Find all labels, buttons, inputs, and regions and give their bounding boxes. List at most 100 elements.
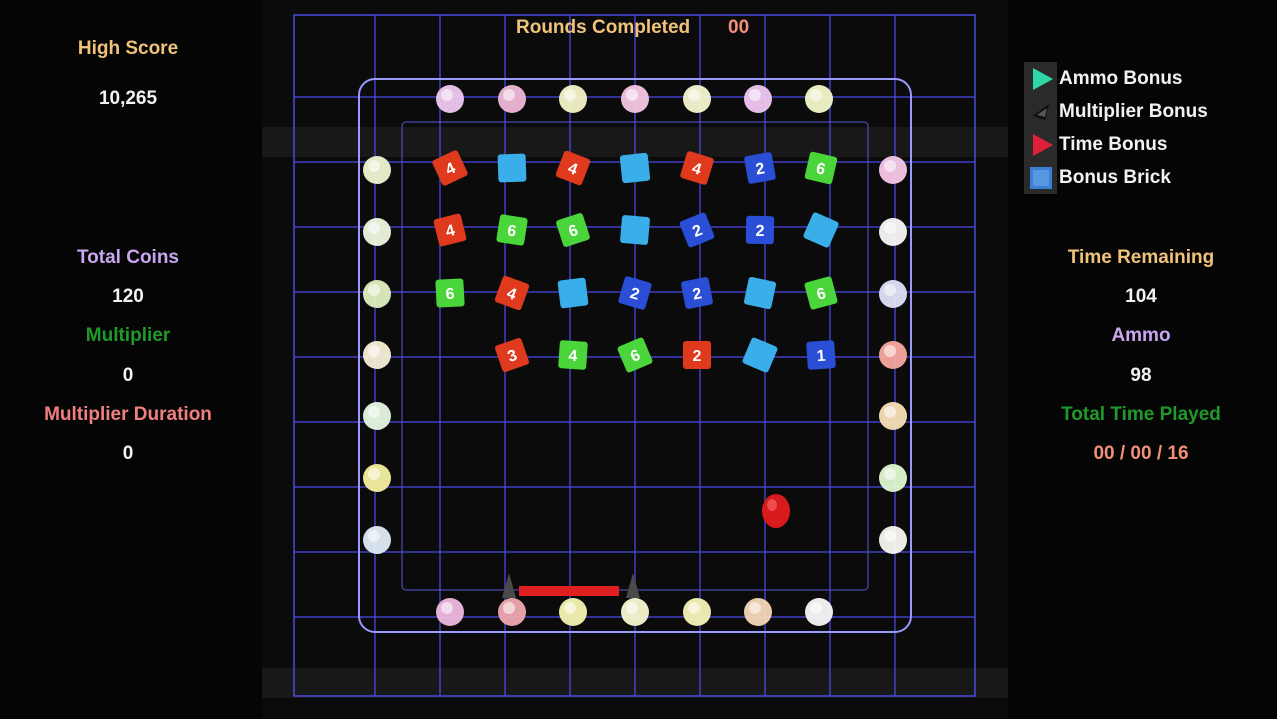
orb-highlight — [564, 89, 576, 101]
orb-highlight — [368, 345, 380, 357]
ammo-value: 98 — [1130, 365, 1152, 386]
brick: 4 — [680, 151, 714, 185]
total-time-played-label: Total Time Played — [1061, 404, 1221, 425]
brick: 3 — [495, 338, 529, 372]
legend-item-time-bonus: Time Bonus — [1024, 128, 1208, 161]
brick: 4 — [432, 150, 468, 186]
orb-highlight — [368, 222, 380, 234]
brick-value: 2 — [755, 223, 764, 240]
orb-highlight — [564, 602, 576, 614]
brick: 6 — [804, 151, 838, 185]
brick — [557, 277, 589, 309]
left-cannon — [502, 573, 516, 598]
orb-highlight — [884, 530, 896, 542]
brick-body — [743, 276, 777, 310]
orb-highlight — [503, 602, 515, 614]
legend-label-time-bonus: Time Bonus — [1059, 133, 1168, 155]
high-score-label: High Score — [77, 38, 179, 59]
brick-body — [557, 277, 589, 309]
orb-highlight — [441, 602, 453, 614]
orb-highlight — [368, 284, 380, 296]
total-coins-label: Total Coins — [76, 247, 180, 268]
brick-value: 2 — [693, 348, 702, 365]
orb-highlight — [884, 468, 896, 480]
orb-highlight — [626, 602, 638, 614]
bonus-brick-icon — [1024, 161, 1057, 194]
brick-value: 6 — [445, 286, 455, 303]
brick: 2 — [618, 276, 652, 310]
orb-highlight — [749, 89, 761, 101]
multiplier-bonus-icon — [1024, 95, 1057, 128]
brick-body — [620, 215, 650, 245]
brick — [497, 153, 527, 183]
brick-value: 4 — [568, 348, 578, 366]
orb-highlight — [368, 468, 380, 480]
ammo-bonus-icon — [1024, 62, 1057, 95]
time-remaining-label: Time Remaining — [1067, 247, 1215, 268]
rounds-completed-label: Rounds Completed — [516, 17, 691, 38]
orb-highlight — [884, 284, 896, 296]
orb-highlight — [368, 160, 380, 172]
orb-highlight — [626, 89, 638, 101]
brick: 6 — [617, 337, 653, 373]
orb-highlight — [688, 602, 700, 614]
brick — [743, 276, 777, 310]
orb-highlight — [884, 222, 896, 234]
multiplier-duration-value: 0 — [122, 443, 134, 464]
legend-label-ammo-bonus: Ammo Bonus — [1059, 67, 1183, 89]
ammo-label: Ammo — [1111, 325, 1171, 346]
brick — [620, 215, 650, 245]
brick-body — [803, 212, 839, 248]
bonus-legend: Ammo Bonus Multiplier Bonus Time Bonus B… — [1024, 62, 1208, 194]
brick: 2 — [745, 215, 775, 245]
brick: 2 — [683, 341, 711, 369]
brick-body — [742, 337, 778, 373]
rounds-completed-value: 00 — [728, 17, 750, 38]
brick: 2 — [679, 212, 715, 248]
multiplier-value: 0 — [122, 365, 134, 386]
legend-item-multiplier-bonus: Multiplier Bonus — [1024, 95, 1208, 128]
brick: 2 — [681, 277, 713, 309]
brick: 2 — [744, 152, 776, 184]
brick: 1 — [806, 340, 836, 370]
brick: 6 — [804, 276, 838, 310]
legend-item-ammo-bonus: Ammo Bonus — [1024, 62, 1208, 95]
paddle — [519, 586, 619, 596]
orb-highlight — [884, 406, 896, 418]
orb-highlight — [810, 602, 822, 614]
brick-value: 1 — [816, 348, 826, 366]
orb-highlight — [368, 406, 380, 418]
brick: 6 — [435, 278, 465, 308]
orb-highlight — [884, 160, 896, 172]
orb-highlight — [749, 602, 761, 614]
time-bonus-icon — [1024, 128, 1057, 161]
multiplier-duration-label: Multiplier Duration — [44, 404, 212, 425]
orb-highlight — [503, 89, 515, 101]
brick — [742, 337, 778, 373]
brick — [803, 212, 839, 248]
brick-body — [619, 152, 651, 184]
orb-highlight — [810, 89, 822, 101]
total-time-played-value: 00 / 00 / 16 — [1093, 443, 1189, 464]
legend-label-multiplier-bonus: Multiplier Bonus — [1059, 100, 1208, 122]
brick-body — [497, 153, 527, 183]
orb-highlight — [441, 89, 453, 101]
legend-item-bonus-brick: Bonus Brick — [1024, 161, 1208, 194]
ball — [762, 494, 790, 528]
brick: 6 — [556, 213, 590, 247]
brick: 4 — [555, 150, 591, 186]
orb-highlight — [884, 345, 896, 357]
brick: 6 — [496, 214, 528, 246]
ball-highlight — [767, 499, 777, 511]
brick: 4 — [433, 213, 467, 247]
total-coins-value: 120 — [112, 286, 144, 307]
right-cannon — [626, 573, 640, 598]
legend-label-bonus-brick: Bonus Brick — [1059, 166, 1171, 188]
orb-highlight — [688, 89, 700, 101]
multiplier-label: Multiplier — [85, 325, 171, 346]
time-remaining-value: 104 — [1125, 286, 1157, 307]
high-score-value: 10,265 — [98, 88, 158, 109]
brick: 4 — [494, 275, 530, 311]
brick — [619, 152, 651, 184]
brick: 4 — [558, 340, 588, 370]
